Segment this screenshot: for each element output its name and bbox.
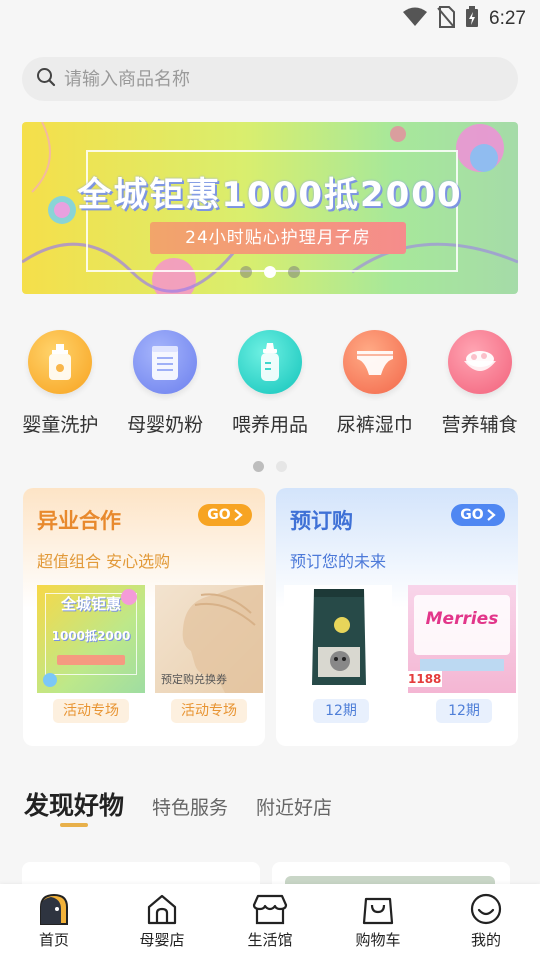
banner-dot[interactable] [240, 266, 252, 278]
category-item-feeding[interactable]: 喂养用品 [221, 330, 319, 440]
category-label: 母婴奶粉 [127, 414, 204, 436]
milk-powder-can-icon [133, 330, 198, 394]
price-label: 1188 [408, 671, 442, 687]
no-sim-icon [437, 6, 456, 32]
merries-product-image[interactable]: Merries 1188 [408, 585, 516, 693]
card-subtitle: 超值组合 安心选购 [37, 552, 171, 571]
active-tab-indicator [60, 823, 88, 827]
package-stripe [420, 659, 504, 671]
card-subtitle: 预订您的未来 [290, 552, 387, 571]
banner-title: 全城钜惠1000抵2000 [77, 175, 463, 215]
battery-charging-icon [465, 6, 479, 32]
discover-tabs: 发现好物 特色服务 附近好店 [24, 786, 332, 822]
promo-thumbnail[interactable]: 全城钜惠 1000抵2000 [37, 585, 145, 693]
go-button[interactable]: GO [451, 504, 505, 526]
preorder-card[interactable]: 预订购 GO 预订您的未来 12期 Merries 1188 12期 [276, 488, 518, 746]
thumbnail-offer: 1000抵2000 [51, 629, 131, 643]
category-label: 尿裤湿巾 [336, 414, 413, 436]
bottom-nav: 首页 母婴店 生活馆 购物车 我的 [0, 884, 540, 960]
chevron-right-icon [486, 509, 496, 521]
go-label: GO [460, 507, 484, 523]
category-pagination [253, 461, 287, 472]
nav-label: 母婴店 [139, 931, 185, 949]
store-icon [252, 894, 288, 925]
thumbnail-bubble [121, 589, 137, 605]
status-time: 6:27 [489, 8, 526, 29]
category-label: 喂养用品 [231, 414, 308, 436]
smile-face-icon [470, 893, 502, 925]
installment-tag: 12期 [436, 699, 492, 723]
category-dot-active[interactable] [253, 461, 264, 472]
activity-tag: 活动专场 [171, 699, 247, 723]
banner-dot[interactable] [288, 266, 300, 278]
nav-baby-store[interactable]: 母婴店 [112, 884, 212, 960]
status-icons: 6:27 [403, 6, 526, 32]
brand-logo: Merries [425, 609, 499, 629]
search-bar[interactable] [22, 57, 518, 101]
voucher-thumbnail[interactable]: 预定购兑换券 [155, 585, 263, 693]
category-item-milk-powder[interactable]: 母婴奶粉 [116, 330, 214, 440]
milk-powder-product-image[interactable] [284, 585, 392, 693]
tab-nearby-stores[interactable]: 附近好店 [256, 793, 332, 820]
category-label: 婴童洗护 [22, 414, 99, 436]
thumbnail-bubble [43, 673, 57, 687]
lotion-bottle-icon [28, 330, 93, 394]
thumbnail-bar [57, 655, 125, 665]
nav-home[interactable]: 首页 [4, 884, 104, 960]
tab-special-services[interactable]: 特色服务 [152, 793, 228, 820]
go-label: GO [207, 507, 231, 523]
installment-tag: 12期 [313, 699, 369, 723]
baby-bottle-icon [237, 330, 302, 394]
diaper-icon [342, 330, 407, 394]
nav-life-hall[interactable]: 生活馆 [220, 884, 320, 960]
category-item-baby-care[interactable]: 婴童洗护 [11, 330, 109, 440]
tab-discover-goods[interactable]: 发现好物 [24, 786, 124, 822]
nav-label: 我的 [470, 931, 501, 949]
status-bar: 6:27 [0, 0, 540, 36]
nav-label: 首页 [38, 931, 69, 949]
wifi-icon [403, 7, 428, 31]
category-item-nutrition[interactable]: 营养辅食 [431, 330, 529, 440]
milk-powder-bag-icon [312, 589, 366, 685]
banner-dot-active[interactable] [264, 266, 276, 278]
promo-banner[interactable]: 全城钜惠1000抵2000 24小时贴心护理月子房 [22, 122, 518, 294]
shopping-bag-icon [362, 897, 394, 925]
search-icon [36, 67, 56, 91]
activity-tag: 活动专场 [53, 699, 129, 723]
category-label: 营养辅食 [441, 414, 518, 436]
voucher-caption: 预定购兑换券 [161, 673, 227, 686]
cross-industry-card[interactable]: 异业合作 GO 超值组合 安心选购 全城钜惠 1000抵2000 活动专场 预定… [23, 488, 265, 746]
chevron-right-icon [233, 509, 243, 521]
nav-profile[interactable]: 我的 [436, 884, 536, 960]
card-title: 预订购 [290, 509, 353, 533]
banner-pagination [240, 266, 300, 278]
house-icon [147, 894, 177, 925]
card-title: 异业合作 [37, 509, 121, 533]
nav-label: 生活馆 [247, 931, 293, 949]
category-dot[interactable] [276, 461, 287, 472]
nav-cart[interactable]: 购物车 [328, 884, 428, 960]
home-active-icon [40, 893, 68, 925]
go-button[interactable]: GO [198, 504, 252, 526]
nav-label: 购物车 [355, 931, 401, 949]
category-grid: 婴童洗护 母婴奶粉 喂养用品 尿裤湿巾 营养辅食 [0, 330, 540, 440]
banner-subtitle: 24小时贴心护理月子房 [185, 228, 371, 248]
food-bowl-icon [447, 330, 512, 394]
category-item-diapers[interactable]: 尿裤湿巾 [326, 330, 424, 440]
search-input[interactable] [64, 68, 464, 90]
